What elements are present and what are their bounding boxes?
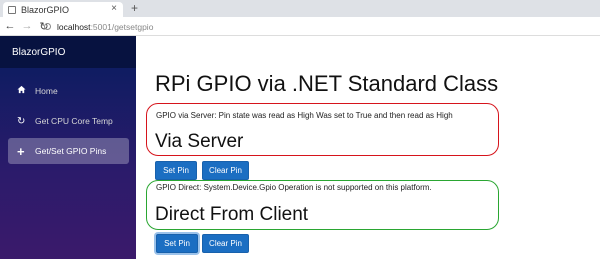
sidebar-item-label: Get CPU Core Temp bbox=[35, 116, 113, 126]
server-status-text: GPIO via Server: Pin state was read as H… bbox=[156, 111, 453, 120]
new-tab-button[interactable]: + bbox=[131, 1, 138, 15]
forward-arrow-icon[interactable]: → bbox=[20, 20, 34, 32]
sidebar-item-gpio-pins[interactable]: + Get/Set GPIO Pins bbox=[8, 138, 129, 164]
page-favicon-icon bbox=[8, 5, 16, 14]
site-info-icon[interactable] bbox=[44, 23, 51, 30]
sidebar-item-home[interactable]: Home bbox=[8, 78, 129, 104]
back-arrow-icon[interactable]: ← bbox=[3, 20, 17, 32]
page-title: RPi GPIO via .NET Standard Class bbox=[155, 71, 499, 96]
client-set-pin-button[interactable]: Set Pin bbox=[156, 234, 198, 253]
url-path: :5001/getsetgpio bbox=[90, 21, 154, 32]
sidebar-item-cpu-temp[interactable]: ↻ Get CPU Core Temp bbox=[8, 108, 129, 134]
sidebar-item-label: Home bbox=[35, 86, 58, 96]
server-heading: Via Server bbox=[155, 131, 244, 152]
client-heading: Direct From Client bbox=[155, 204, 309, 225]
server-set-pin-button[interactable]: Set Pin bbox=[155, 161, 197, 180]
address-bar[interactable]: localhost :5001/getsetgpio bbox=[44, 19, 596, 34]
client-status-text: GPIO Direct: System.Device.Gpio Operatio… bbox=[156, 183, 432, 192]
sidebar: BlazorGPIO Home ↻ Get CPU Core Temp + Ge… bbox=[0, 36, 136, 259]
sidebar-item-label: Get/Set GPIO Pins bbox=[35, 146, 107, 156]
browser-toolbar: ← → ↻ localhost :5001/getsetgpio bbox=[0, 17, 600, 36]
app-brand[interactable]: BlazorGPIO bbox=[0, 36, 136, 68]
url-host: localhost bbox=[57, 21, 91, 32]
browser-tab[interactable]: BlazorGPIO × bbox=[3, 2, 123, 17]
browser-tab-bar: BlazorGPIO × + bbox=[0, 0, 600, 17]
plus-icon: + bbox=[17, 143, 25, 159]
tab-title: BlazorGPIO bbox=[21, 4, 70, 15]
close-tab-icon[interactable]: × bbox=[111, 3, 117, 14]
server-clear-pin-button[interactable]: Clear Pin bbox=[202, 161, 249, 180]
refresh-icon: ↻ bbox=[17, 115, 26, 127]
client-clear-pin-button[interactable]: Clear Pin bbox=[202, 234, 249, 253]
home-icon bbox=[17, 85, 35, 97]
